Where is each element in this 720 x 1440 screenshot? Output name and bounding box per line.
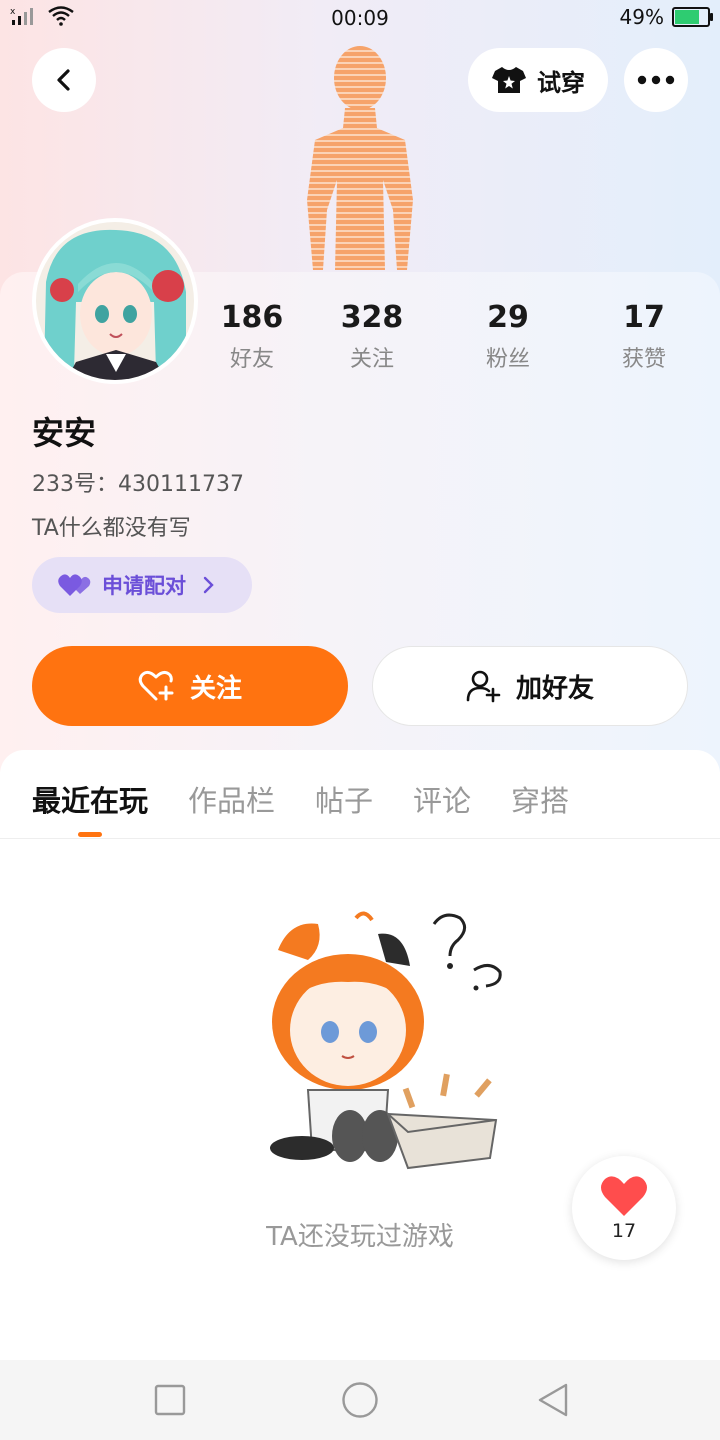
like-button[interactable]: 17 [572,1156,676,1260]
tshirt-icon [492,67,526,93]
battery-icon [672,7,713,27]
hearts-icon [58,574,91,596]
stat-value: 29 [487,300,529,335]
stat-fans[interactable]: 29 粉丝 [453,300,563,373]
empty-state-illustration [270,911,502,1170]
avatar[interactable] [32,218,198,384]
content-panel: 最近在玩 作品栏 帖子 评论 穿搭 TA还没玩过游戏 [0,750,720,1360]
home-icon[interactable] [341,1381,379,1419]
profile-name: 安安 [32,414,97,452]
profile-bio: TA什么都没有写 [32,516,191,541]
like-count: 17 [611,1220,637,1242]
stat-label: 好友 [229,347,274,372]
heart-plus-icon [138,670,174,701]
stat-label: 粉丝 [485,347,530,372]
stat-value: 17 [623,300,665,335]
follow-button[interactable]: 关注 [32,646,348,726]
stat-friends[interactable]: 186 好友 [197,300,307,373]
stat-following[interactable]: 328 关注 [317,300,427,373]
tab-works[interactable]: 作品栏 [188,778,275,820]
tab-posts[interactable]: 帖子 [315,778,373,820]
tab-recently-played[interactable]: 最近在玩 [32,778,148,820]
apply-pair-button[interactable]: 申请配对 [32,557,252,613]
follow-label: 关注 [189,673,242,704]
tab-indicator [78,832,102,837]
back-nav-icon[interactable] [536,1382,570,1418]
battery-percent: 49% [619,5,664,29]
more-dots-icon [637,75,675,85]
status-bar: x 00:09 49% [0,0,720,38]
stat-label: 关注 [349,347,394,372]
tab-outfits[interactable]: 穿搭 [511,778,569,820]
stat-label: 获赞 [621,347,666,372]
chevron-left-icon [57,69,70,91]
user-plus-icon [466,670,501,703]
stat-value: 328 [340,300,404,335]
avatar-silhouette [307,46,413,270]
stat-likes[interactable]: 17 获赞 [589,300,699,373]
status-time: 00:09 [331,6,389,30]
try-on-button[interactable]: 试穿 [468,48,608,112]
tab-comments[interactable]: 评论 [413,778,471,820]
add-friend-button[interactable]: 加好友 [372,646,688,726]
back-button[interactable] [32,48,96,112]
try-on-label: 试穿 [537,68,585,97]
heart-icon [601,1176,647,1216]
system-nav-bar [0,1360,720,1440]
stat-value: 186 [220,300,284,335]
tab-bar: 最近在玩 作品栏 帖子 评论 穿搭 [0,750,720,839]
chevron-right-icon [203,576,214,594]
more-button[interactable] [624,48,688,112]
add-friend-label: 加好友 [515,673,594,704]
profile-uid: 233号：430111737 [32,472,244,497]
pair-label: 申请配对 [102,574,186,598]
recent-apps-icon[interactable] [154,1384,186,1416]
avatar-image [36,222,194,380]
